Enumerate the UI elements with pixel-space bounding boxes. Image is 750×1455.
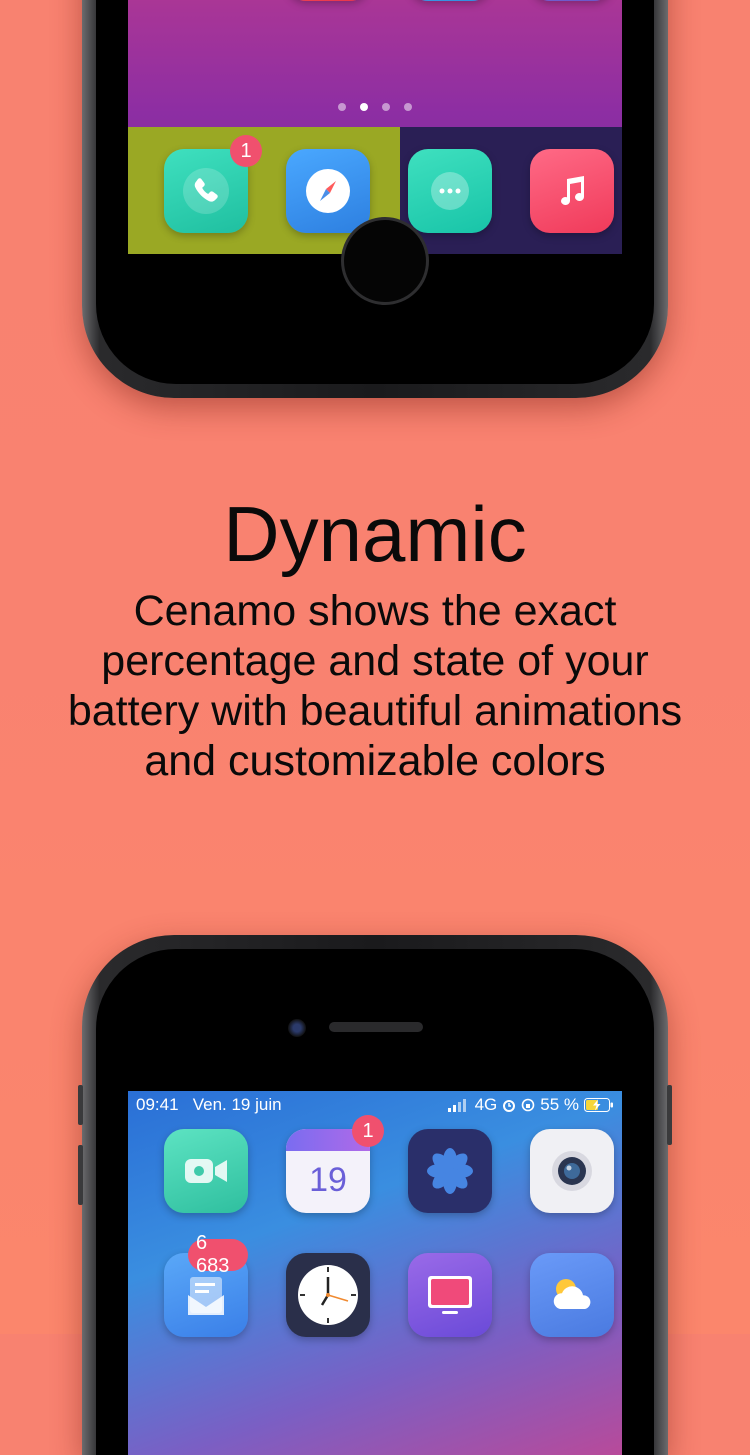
tv-app[interactable]	[408, 1253, 492, 1337]
calendar-badge: 1	[352, 1115, 384, 1147]
compass-icon	[306, 169, 350, 213]
status-date: Ven. 19 juin	[192, 1095, 282, 1114]
top-phone-frame: 1	[82, 0, 668, 398]
home-button[interactable]	[341, 217, 429, 305]
mail-app[interactable]: 6 683	[164, 1232, 248, 1337]
page-dot	[338, 103, 346, 111]
volume-button	[78, 1145, 83, 1205]
youtube-app[interactable]	[286, 0, 370, 1]
signal-icon	[447, 1099, 466, 1112]
volume-button	[78, 1085, 83, 1125]
camera-icon	[552, 1151, 592, 1191]
tv-icon	[428, 1276, 472, 1314]
phone-badge: 1	[230, 135, 262, 167]
phone-app[interactable]: 1	[164, 135, 262, 233]
top-phone-bezel: 1	[96, 0, 654, 384]
weather-icon	[553, 1279, 591, 1309]
page-dot	[382, 103, 390, 111]
status-bar: 09:41 Ven. 19 juin 4G 55 %	[128, 1091, 622, 1119]
clock-icon	[298, 1265, 358, 1325]
feature-description: Cenamo shows the exact percentage and st…	[67, 587, 683, 785]
phone-icon	[183, 168, 229, 214]
power-button	[667, 1085, 672, 1145]
twitter-app[interactable]	[408, 0, 492, 1]
bottom-phone-screen: 09:41 Ven. 19 juin 4G 55 % 19 1 6 683	[128, 1091, 622, 1455]
music-icon	[561, 176, 584, 205]
network-type: 4G	[474, 1095, 498, 1114]
headline: Dynamic	[223, 490, 527, 578]
discord-app[interactable]	[530, 0, 614, 1]
bottom-phone-bezel: 09:41 Ven. 19 juin 4G 55 % 19 1 6 683	[96, 949, 654, 1455]
mail-badge: 6 683	[188, 1232, 248, 1277]
clock-app[interactable]	[286, 1253, 370, 1337]
weather-app[interactable]	[530, 1253, 614, 1337]
mail-icon	[188, 1277, 224, 1315]
photos-icon	[427, 1148, 473, 1194]
page-dot-active	[360, 103, 368, 111]
battery-percent: 55 %	[540, 1095, 579, 1114]
messages-icon	[431, 172, 469, 210]
status-right: 4G 55 %	[447, 1095, 614, 1115]
battery-charging-icon	[584, 1098, 613, 1112]
alarm-icon	[503, 1100, 516, 1112]
facetime-icon	[185, 1159, 227, 1183]
messages-app[interactable]	[408, 149, 492, 233]
page-dot	[404, 103, 412, 111]
status-left: 09:41 Ven. 19 juin	[136, 1095, 282, 1115]
facetime-app[interactable]	[164, 1129, 248, 1213]
calendar-app[interactable]: 19 1	[286, 1115, 384, 1213]
safari-app[interactable]	[286, 149, 370, 233]
photos-app[interactable]	[408, 1129, 492, 1213]
page-indicator[interactable]	[128, 103, 622, 111]
camera-app[interactable]	[530, 1129, 614, 1213]
rotation-lock-icon	[521, 1098, 535, 1112]
status-time: 09:41	[136, 1095, 179, 1114]
front-camera	[288, 1019, 306, 1037]
top-phone-screen: 1	[128, 0, 622, 254]
earpiece-speaker	[329, 1022, 423, 1032]
music-app[interactable]	[530, 149, 614, 233]
calendar-day: 19	[309, 1160, 347, 1199]
bottom-phone-frame: 09:41 Ven. 19 juin 4G 55 % 19 1 6 683	[78, 935, 672, 1455]
